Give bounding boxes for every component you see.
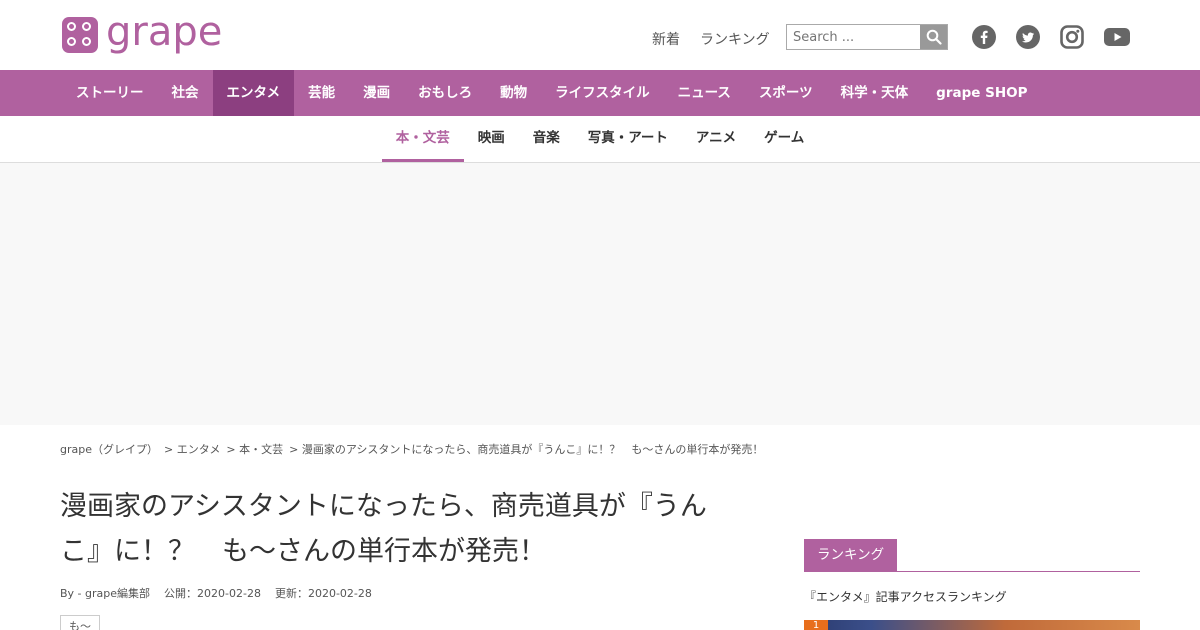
nav-item-sports[interactable]: スポーツ [745,70,827,116]
article-title: 漫画家のアシスタントになったら、商売道具が『うん こ』に！？ も～さんの単行本が… [60,484,770,574]
nav-item-funny[interactable]: おもしろ [404,70,486,116]
subnav-item-books[interactable]: 本・文芸 [381,116,464,162]
article-title-line1: 漫画家のアシスタントになったら、商売道具が『うん [60,491,707,522]
nav-item-entertainment[interactable]: エンタメ [212,70,295,116]
site-header: grape 新着 ランキング [0,0,1200,70]
subnav-item-anime[interactable]: アニメ [682,116,750,162]
subnav-item-movies[interactable]: 映画 [464,116,519,162]
search-box [786,24,948,50]
breadcrumb-books[interactable]: > 本・文芸 [226,441,283,457]
article-updated-date: 更新：2020-02-28 [274,587,372,600]
facebook-icon[interactable] [972,25,996,49]
site-logo[interactable]: grape [62,9,223,55]
article-meta: By - grape編集部 公開：2020-02-28 更新：2020-02-2… [60,585,372,601]
subnav-item-games[interactable]: ゲーム [750,116,818,162]
nav-item-shop[interactable]: grape SHOP [922,70,1041,116]
ranking-tab[interactable]: ランキング [804,539,898,571]
search-input[interactable] [787,25,920,49]
nav-item-animals[interactable]: 動物 [486,70,541,116]
nav-item-news[interactable]: ニュース [664,70,745,116]
subnav-item-music[interactable]: 音楽 [519,116,574,162]
ranking-header: ランキング [804,539,1140,572]
article-published-date: 公開：2020-02-28 [164,587,261,600]
twitter-icon[interactable] [1016,25,1040,49]
nav-item-story[interactable]: ストーリー [62,70,158,116]
breadcrumb-current: > 漫画家のアシスタントになったら、商売道具が『うんこ』に！？ も～さんの単行本… [289,443,764,456]
instagram-icon[interactable] [1060,25,1084,49]
ranking-item-thumbnail[interactable]: 1 [804,620,1140,630]
ad-area [0,163,1200,425]
breadcrumb-entertainment[interactable]: > エンタメ [164,441,220,457]
sub-nav: 本・文芸 映画 音楽 写真・アート アニメ ゲーム [0,116,1200,163]
nav-item-society[interactable]: 社会 [158,70,213,116]
article-title-line2: こ』に！？ も～さんの単行本が発売！ [60,536,546,567]
subnav-item-photo-art[interactable]: 写真・アート [574,116,682,162]
article-tag[interactable]: も～ [60,615,100,630]
main-nav: ストーリー 社会 エンタメ 芸能 漫画 おもしろ 動物 ライフスタイル ニュース… [0,70,1200,116]
header-link-new[interactable]: 新着 [652,29,680,49]
nav-item-geinou[interactable]: 芸能 [294,70,349,116]
breadcrumb: grape（グレイプ） > エンタメ > 本・文芸 > 漫画家のアシスタントにな… [60,441,763,457]
logo-text: grape [106,9,223,55]
search-button[interactable] [920,25,947,49]
header-links: 新着 ランキング [652,29,770,49]
article-author[interactable]: By - grape編集部 [60,585,150,601]
nav-item-manga[interactable]: 漫画 [349,70,404,116]
grape-logo-icon [62,17,98,53]
header-link-ranking[interactable]: ランキング [700,29,770,49]
nav-item-science[interactable]: 科学・天体 [827,70,923,116]
breadcrumb-home[interactable]: grape（グレイプ） [60,441,158,457]
search-icon [926,29,942,45]
nav-item-lifestyle[interactable]: ライフスタイル [541,70,664,116]
rank-badge: 1 [804,620,828,630]
ranking-subtitle: 『エンタメ』記事アクセスランキング [804,590,1007,604]
youtube-icon[interactable] [1104,25,1130,49]
